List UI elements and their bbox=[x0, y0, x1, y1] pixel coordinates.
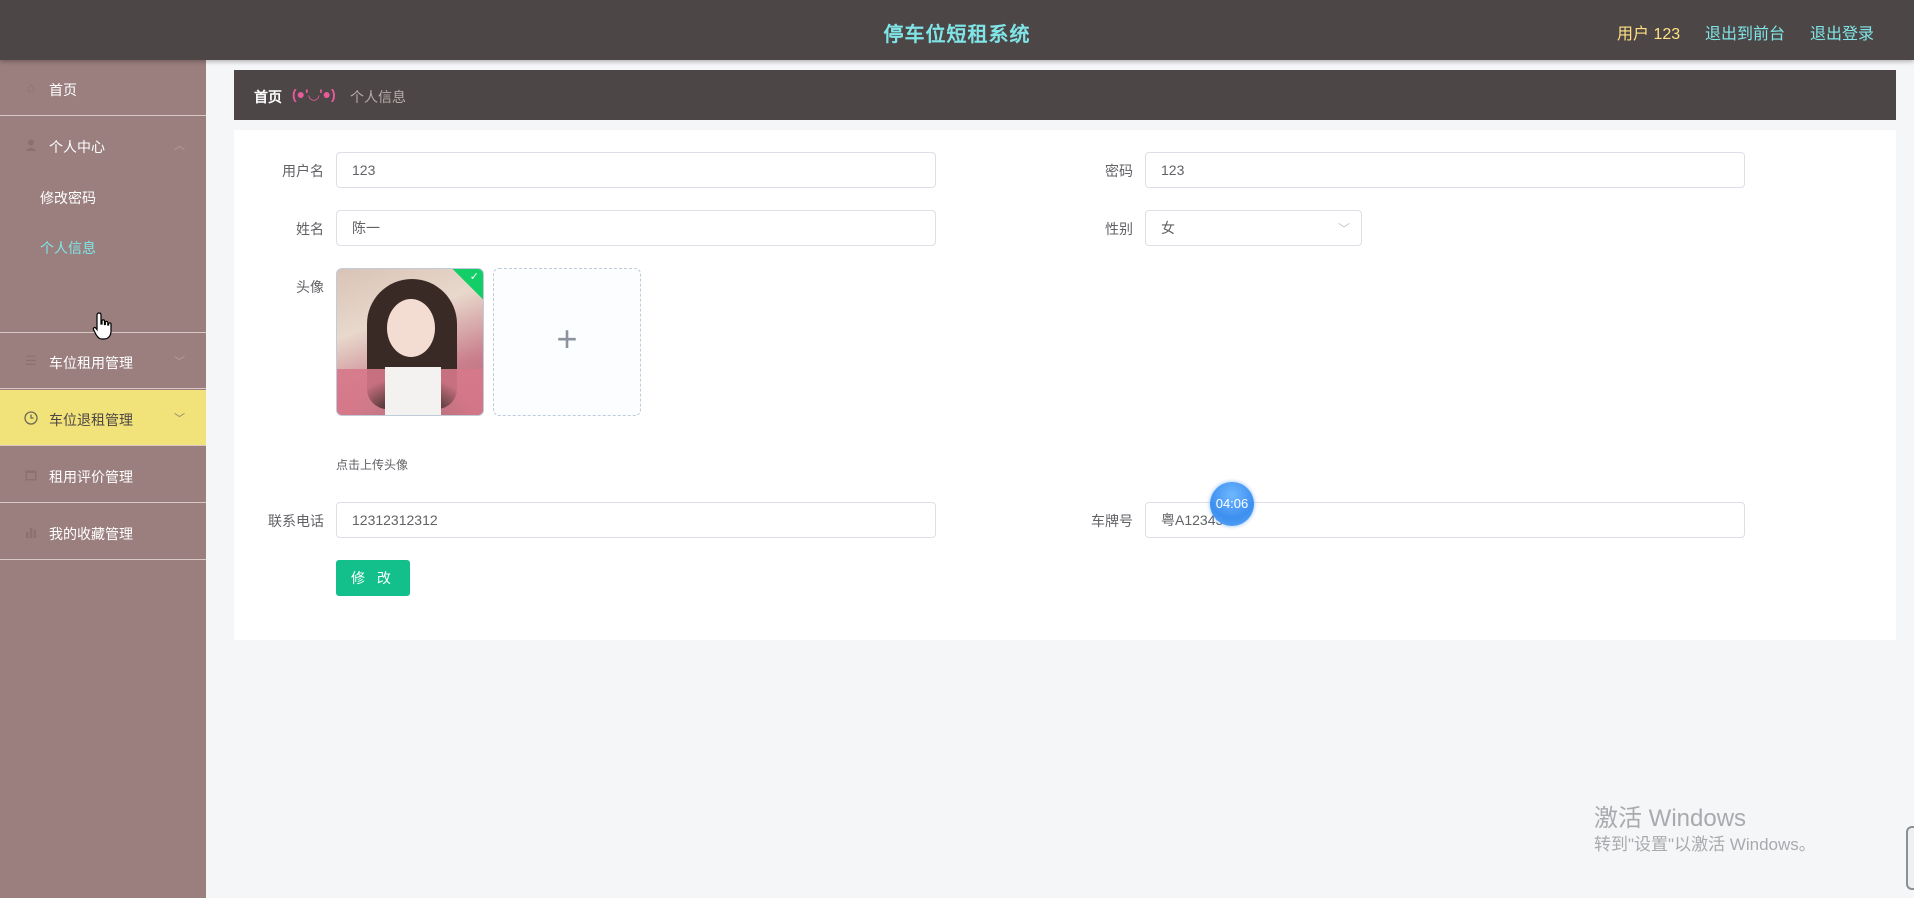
bar-chart-icon bbox=[24, 525, 38, 539]
plus-icon: + bbox=[556, 318, 578, 359]
sidebar-item-label: 车位退租管理 bbox=[49, 412, 133, 428]
breadcrumb-current: 个人信息 bbox=[350, 89, 406, 105]
windows-watermark-title: 激活 Windows bbox=[1594, 805, 1747, 832]
sidebar-item-favorites-management[interactable]: 我的收藏管理 bbox=[0, 504, 206, 560]
avatar-upload-button[interactable]: + bbox=[493, 268, 641, 416]
sidebar: ⌂ 首页 个人中心 ︿ 修改密码 个人信息 ☰ 车位租用管理 ﹀ 车位退租管理 … bbox=[0, 60, 206, 898]
gender-select-value[interactable] bbox=[1145, 210, 1362, 246]
sidebar-item-label: 个人中心 bbox=[49, 139, 105, 155]
breadcrumb-separator: (●'◡'●) bbox=[292, 86, 336, 102]
windows-watermark-subtitle: 转到"设置"以激活 Windows。 bbox=[1594, 835, 1816, 854]
username-label: 用户名 bbox=[282, 163, 324, 179]
sidebar-item-review-management[interactable]: 租用评价管理 bbox=[0, 447, 206, 503]
exit-to-frontend-link[interactable]: 退出到前台 bbox=[1705, 20, 1785, 44]
sidebar-item-label: 租用评价管理 bbox=[49, 469, 133, 485]
clock-icon bbox=[24, 411, 38, 425]
avatar-face bbox=[387, 299, 435, 357]
sidebar-item-rent-management[interactable]: ☰ 车位租用管理 ﹀ bbox=[0, 333, 206, 389]
timer-bubble[interactable]: 04:06 bbox=[1210, 482, 1254, 526]
home-icon: ⌂ bbox=[27, 80, 35, 95]
password-label: 密码 bbox=[1105, 163, 1133, 179]
current-user: 用户 123 bbox=[1617, 26, 1681, 43]
upload-success-badge bbox=[451, 269, 483, 301]
breadcrumb: 首页 (●'◡'●) 个人信息 bbox=[234, 70, 1896, 120]
password-input[interactable] bbox=[1145, 152, 1745, 188]
user-icon bbox=[24, 138, 38, 152]
avatar-shirt bbox=[385, 367, 441, 415]
plate-label: 车牌号 bbox=[1091, 513, 1133, 529]
sidebar-item-label: 我的收藏管理 bbox=[49, 526, 133, 542]
phone-label: 联系电话 bbox=[268, 513, 324, 529]
gender-label: 性别 bbox=[1105, 221, 1133, 237]
list-icon: ☰ bbox=[25, 353, 37, 368]
sidebar-item-label: 车位租用管理 bbox=[49, 355, 133, 371]
name-input[interactable] bbox=[336, 210, 936, 246]
gender-select[interactable]: ﹀ bbox=[1145, 210, 1362, 246]
sidebar-item-return-management[interactable]: 车位退租管理 ﹀ bbox=[0, 390, 206, 446]
sidebar-subitem-change-password[interactable]: 修改密码 bbox=[0, 171, 206, 221]
top-bar: 停车位短租系统 用户 123 退出到前台 退出登录 bbox=[0, 0, 1914, 60]
avatar-label: 头像 bbox=[296, 279, 324, 295]
check-icon: ✓ bbox=[469, 271, 479, 283]
calendar-icon bbox=[24, 468, 38, 482]
avatar-thumbnail[interactable]: ✓ bbox=[336, 268, 484, 416]
modify-button[interactable]: 修 改 bbox=[336, 560, 410, 596]
sidebar-subitem-label: 个人信息 bbox=[40, 240, 96, 256]
chevron-down-icon: ﹀ bbox=[174, 413, 185, 425]
breadcrumb-home[interactable]: 首页 bbox=[254, 87, 282, 107]
sidebar-subitem-personal-info[interactable]: 个人信息 bbox=[0, 221, 206, 271]
name-label: 姓名 bbox=[296, 221, 324, 237]
sidebar-subitem-label: 修改密码 bbox=[40, 190, 96, 206]
logout-link[interactable]: 退出登录 bbox=[1810, 20, 1874, 44]
avatar-upload-tip: 点击上传头像 bbox=[336, 458, 409, 472]
chevron-up-icon: ︿ bbox=[174, 140, 185, 152]
sidebar-item-label: 首页 bbox=[49, 82, 77, 98]
scroll-handle[interactable] bbox=[1906, 826, 1914, 890]
chevron-down-icon: ﹀ bbox=[174, 356, 185, 368]
username-input[interactable] bbox=[336, 152, 936, 188]
hand-cursor-icon bbox=[92, 312, 112, 340]
sidebar-item-home[interactable]: ⌂ 首页 bbox=[0, 60, 206, 116]
sidebar-item-personal-center[interactable]: 个人中心 ︿ bbox=[0, 117, 206, 173]
phone-input[interactable] bbox=[336, 502, 936, 538]
